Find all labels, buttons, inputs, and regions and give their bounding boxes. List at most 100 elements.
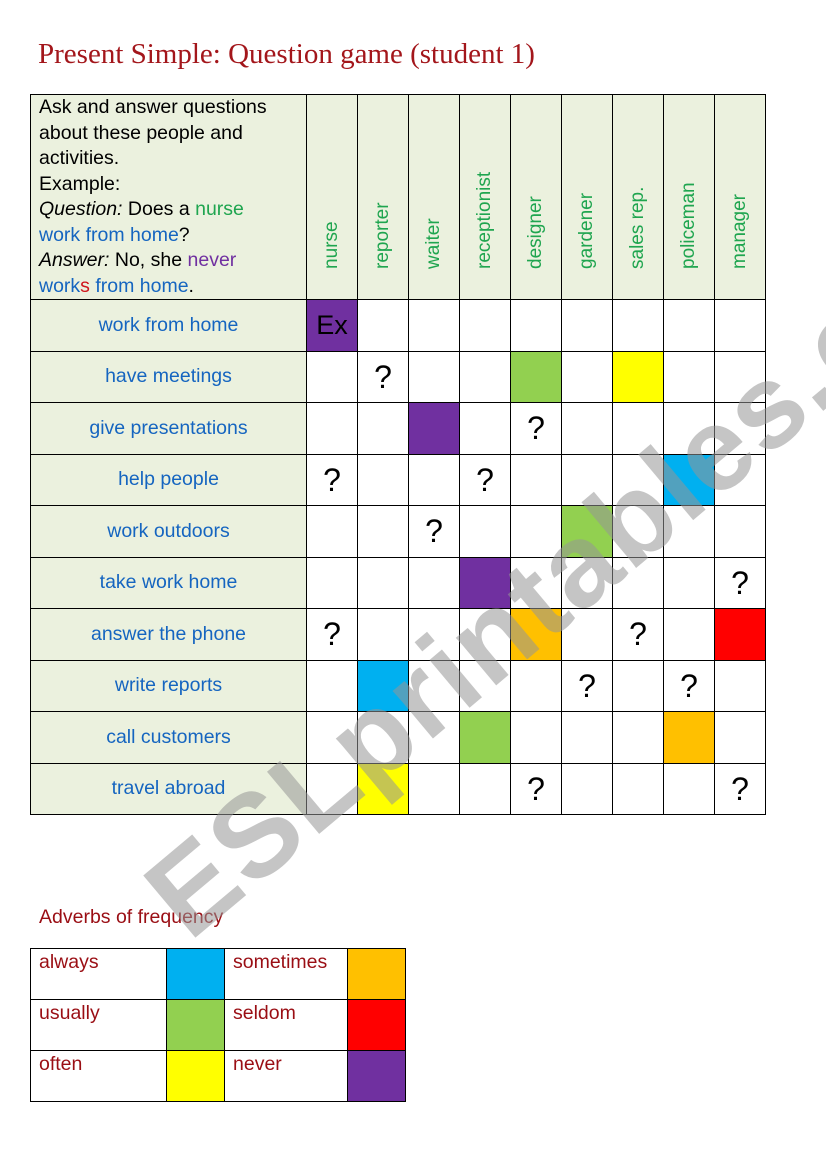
question-grid: Ask and answer questions about these peo… [30, 94, 766, 815]
empty-cell[interactable] [357, 711, 409, 764]
question-cell[interactable]: ? [306, 453, 358, 506]
empty-cell[interactable] [306, 659, 358, 712]
color-cell-yellow[interactable] [357, 762, 409, 815]
color-cell-red[interactable] [714, 608, 766, 661]
question-cell[interactable]: ? [459, 453, 511, 506]
activity-row: help people?? [30, 453, 766, 506]
color-cell-purple[interactable] [459, 556, 511, 609]
empty-cell[interactable] [561, 402, 613, 455]
empty-cell[interactable] [459, 659, 511, 712]
empty-cell[interactable] [663, 402, 715, 455]
question-cell[interactable]: ? [714, 556, 766, 609]
empty-cell[interactable] [306, 402, 358, 455]
empty-cell[interactable] [510, 556, 562, 609]
empty-cell[interactable] [408, 608, 460, 661]
empty-cell[interactable] [714, 505, 766, 558]
empty-cell[interactable] [357, 299, 409, 352]
empty-cell[interactable] [357, 556, 409, 609]
empty-cell[interactable] [714, 711, 766, 764]
color-cell-green[interactable] [510, 350, 562, 403]
empty-cell[interactable] [306, 556, 358, 609]
question-cell[interactable]: ? [510, 762, 562, 815]
empty-cell[interactable] [612, 711, 664, 764]
question-cell[interactable]: ? [612, 608, 664, 661]
job-header: waiter [408, 94, 460, 300]
empty-cell[interactable] [357, 505, 409, 558]
empty-cell[interactable] [510, 711, 562, 764]
empty-cell[interactable] [561, 350, 613, 403]
question-cell[interactable]: ? [714, 762, 766, 815]
empty-cell[interactable] [663, 762, 715, 815]
empty-cell[interactable] [612, 762, 664, 815]
empty-cell[interactable] [561, 556, 613, 609]
empty-cell[interactable] [306, 350, 358, 403]
empty-cell[interactable] [510, 659, 562, 712]
empty-cell[interactable] [561, 299, 613, 352]
empty-cell[interactable] [408, 299, 460, 352]
color-cell-green[interactable] [561, 505, 613, 558]
empty-cell[interactable] [663, 505, 715, 558]
empty-cell[interactable] [408, 453, 460, 506]
example-label: Example: [39, 172, 121, 195]
empty-cell[interactable] [459, 350, 511, 403]
empty-cell[interactable] [612, 299, 664, 352]
empty-cell[interactable] [510, 299, 562, 352]
empty-cell[interactable] [561, 762, 613, 815]
empty-cell[interactable] [714, 350, 766, 403]
example-cell[interactable]: Ex [306, 299, 358, 352]
color-cell-orange[interactable] [663, 711, 715, 764]
empty-cell[interactable] [357, 402, 409, 455]
empty-cell[interactable] [459, 608, 511, 661]
color-cell-blue[interactable] [663, 453, 715, 506]
empty-cell[interactable] [612, 659, 664, 712]
color-cell-green[interactable] [459, 711, 511, 764]
empty-cell[interactable] [663, 299, 715, 352]
job-label: policeman [678, 182, 699, 269]
empty-cell[interactable] [663, 608, 715, 661]
empty-cell[interactable] [714, 453, 766, 506]
empty-cell[interactable] [408, 711, 460, 764]
color-cell-orange[interactable] [510, 608, 562, 661]
empty-cell[interactable] [408, 762, 460, 815]
empty-cell[interactable] [306, 505, 358, 558]
color-cell-yellow[interactable] [612, 350, 664, 403]
empty-cell[interactable] [561, 711, 613, 764]
empty-cell[interactable] [663, 350, 715, 403]
color-cell-purple[interactable] [408, 402, 460, 455]
empty-cell[interactable] [612, 402, 664, 455]
empty-cell[interactable] [459, 505, 511, 558]
empty-cell[interactable] [714, 299, 766, 352]
empty-cell[interactable] [612, 505, 664, 558]
empty-cell[interactable] [714, 659, 766, 712]
job-header: gardener [561, 94, 613, 300]
empty-cell[interactable] [408, 659, 460, 712]
empty-cell[interactable] [408, 556, 460, 609]
activity-label: travel abroad [30, 762, 307, 815]
question-cell[interactable]: ? [663, 659, 715, 712]
question-cell[interactable]: ? [306, 608, 358, 661]
empty-cell[interactable] [306, 711, 358, 764]
empty-cell[interactable] [510, 505, 562, 558]
question-cell[interactable]: ? [561, 659, 613, 712]
job-label: reporter [372, 202, 393, 269]
question-cell[interactable]: ? [510, 402, 562, 455]
empty-cell[interactable] [408, 350, 460, 403]
empty-cell[interactable] [612, 556, 664, 609]
question-cell[interactable]: ? [357, 350, 409, 403]
empty-cell[interactable] [357, 453, 409, 506]
empty-cell[interactable] [663, 556, 715, 609]
empty-cell[interactable] [459, 762, 511, 815]
empty-cell[interactable] [306, 762, 358, 815]
empty-cell[interactable] [561, 453, 613, 506]
empty-cell[interactable] [357, 608, 409, 661]
empty-cell[interactable] [612, 453, 664, 506]
activity-label: write reports [30, 659, 307, 712]
color-cell-blue[interactable] [357, 659, 409, 712]
empty-cell[interactable] [459, 402, 511, 455]
empty-cell[interactable] [561, 608, 613, 661]
header-row: Ask and answer questions about these peo… [30, 94, 766, 300]
question-cell[interactable]: ? [408, 505, 460, 558]
empty-cell[interactable] [459, 299, 511, 352]
empty-cell[interactable] [510, 453, 562, 506]
empty-cell[interactable] [714, 402, 766, 455]
